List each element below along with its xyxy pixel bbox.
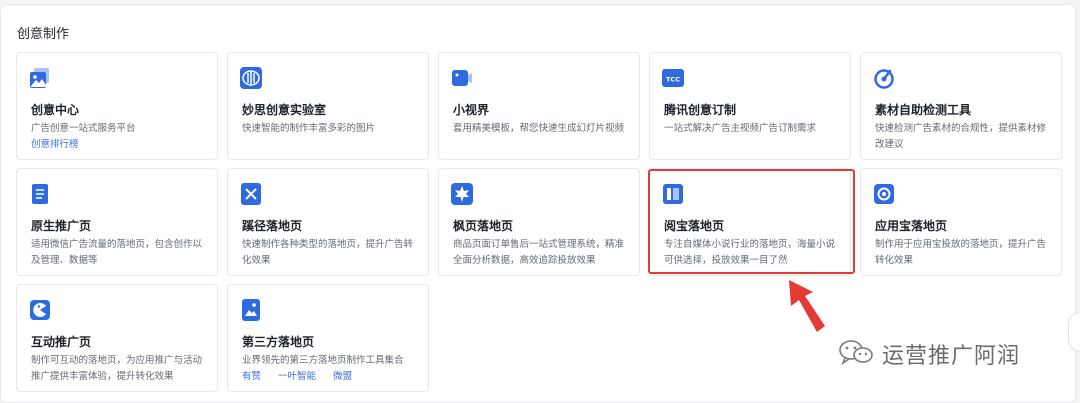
card-title: 阅宝落地页 xyxy=(664,219,725,233)
card-creative-center[interactable]: 创意中心 广告创意一站式服务平台 创意排行榜 xyxy=(16,52,218,160)
video-camera-icon xyxy=(451,67,473,89)
card-title: 小视界 xyxy=(453,103,490,117)
card-description: 制作可互动的落地页，为应用推广与活动推广提供丰富体验，提升转化效果 xyxy=(31,355,203,382)
card-title: 枫页落地页 xyxy=(453,219,514,233)
red-arrow-icon xyxy=(775,278,831,340)
gauge-icon xyxy=(873,67,895,89)
card-yuebao-landing[interactable]: 阅宝落地页 专注自媒体小说行业的落地页，海量小说可供选择，投放效果一目了然 xyxy=(649,168,851,276)
watermark: 运营推广阿润 xyxy=(838,338,1020,370)
section-title: 创意制作 xyxy=(17,27,70,42)
card-title: 应用宝落地页 xyxy=(875,219,948,233)
card-links: 有赞 一叶智能 微盟 xyxy=(242,369,366,385)
card-description: 快速制作各种类型的落地页，提升广告转化效果 xyxy=(242,239,414,266)
book-icon xyxy=(662,183,684,205)
card-xiaoshijie[interactable]: 小视界 套用精美模板，帮您快速生成幻灯片视频 xyxy=(438,52,640,160)
wechat-icon xyxy=(838,339,874,369)
watermark-text: 运营推广阿润 xyxy=(882,344,1021,369)
card-description: 业界领先的第三方落地页制作工具集合 xyxy=(242,355,404,366)
crossed-tools-icon xyxy=(240,183,262,205)
card-app-store-landing[interactable]: 应用宝落地页 制作用于应用宝投放的落地页，提升广告转化效果 xyxy=(860,168,1062,276)
tcc-badge-icon: TCC xyxy=(662,67,684,89)
card-title: 第三方落地页 xyxy=(242,335,315,349)
card-description: 专注自媒体小说行业的落地页，海量小说可供选择，投放效果一目了然 xyxy=(664,239,836,266)
link-creative-ranking[interactable]: 创意排行榜 xyxy=(31,139,79,150)
document-icon xyxy=(29,183,51,205)
card-description: 套用精美模板，帮您快速生成幻灯片视频 xyxy=(453,123,625,134)
link-weimeng[interactable]: 微盟 xyxy=(333,371,352,382)
card-title: 互动推广页 xyxy=(31,335,92,349)
card-tencent-custom[interactable]: TCC 腾讯创意订制 一站式解决广告主视频广告订制需求 xyxy=(649,52,851,160)
waveform-icon xyxy=(240,67,262,89)
card-title: 创意中心 xyxy=(31,103,80,117)
card-description: 一站式解决广告主视频广告订制需求 xyxy=(664,123,817,134)
card-title: 腾讯创意订制 xyxy=(664,103,737,117)
card-description: 快速检测广告素材的合规性，提供素材修改建议 xyxy=(875,123,1047,150)
maple-leaf-icon xyxy=(451,183,473,205)
side-float-button[interactable] xyxy=(1068,312,1080,352)
card-description: 制作用于应用宝投放的落地页，提升广告转化效果 xyxy=(875,239,1047,266)
link-yiye-zhineng[interactable]: 一叶智能 xyxy=(278,371,316,382)
card-description: 快速智能的制作丰富多彩的图片 xyxy=(242,123,376,134)
landscape-page-icon xyxy=(240,299,262,321)
card-xijing-landing[interactable]: 蹊径落地页 快速制作各种类型的落地页，提升广告转化效果 xyxy=(227,168,429,276)
card-title: 原生推广页 xyxy=(31,219,92,233)
card-links: 创意排行榜 xyxy=(31,137,93,153)
app-store-icon xyxy=(873,183,895,205)
card-title: 蹊径落地页 xyxy=(242,219,303,233)
card-material-check-tool[interactable]: 素材自助检测工具 快速检测广告素材的合规性，提供素材修改建议 xyxy=(860,52,1062,160)
svg-text:TCC: TCC xyxy=(666,76,680,84)
card-title: 妙思创意实验室 xyxy=(242,103,327,117)
card-description: 商品页面订单售后一站式管理系统，精准全面分析数据，高效追踪投放效果 xyxy=(453,239,625,266)
image-gallery-icon xyxy=(29,67,51,89)
pacman-icon xyxy=(29,299,51,321)
link-youzan[interactable]: 有赞 xyxy=(242,371,261,382)
card-third-party-landing[interactable]: 第三方落地页 业界领先的第三方落地页制作工具集合 有赞 一叶智能 微盟 xyxy=(227,284,429,392)
card-description: 广告创意一站式服务平台 xyxy=(31,123,136,134)
card-interactive-promo-page[interactable]: 互动推广页 制作可互动的落地页，为应用推广与活动推广提供丰富体验，提升转化效果 xyxy=(16,284,218,392)
card-title: 素材自助检测工具 xyxy=(875,103,972,117)
card-description: 适用微信广告流量的落地页，包含创作以及管理、数据等 xyxy=(31,239,203,266)
card-fengye-landing[interactable]: 枫页落地页 商品页面订单售后一站式管理系统，精准全面分析数据，高效追踪投放效果 xyxy=(438,168,640,276)
card-native-promo-page[interactable]: 原生推广页 适用微信广告流量的落地页，包含创作以及管理、数据等 xyxy=(16,168,218,276)
card-miaosi-lab[interactable]: 妙思创意实验室 快速智能的制作丰富多彩的图片 xyxy=(227,52,429,160)
